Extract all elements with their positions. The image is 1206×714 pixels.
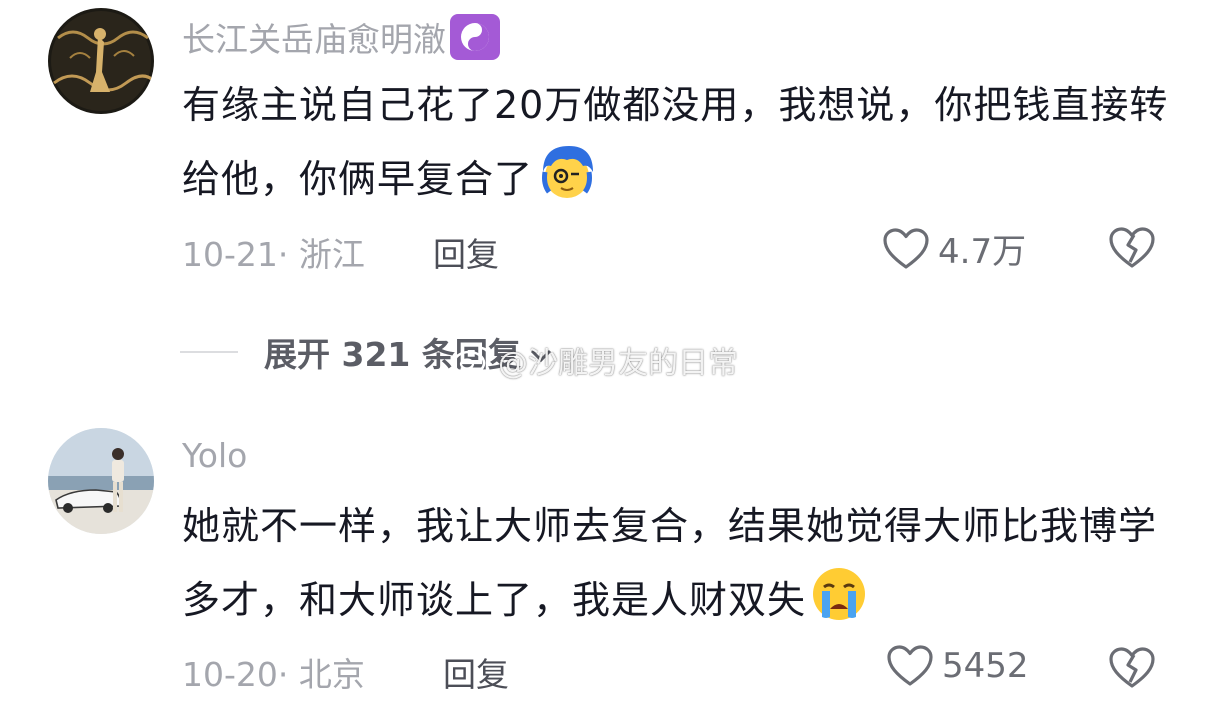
comment-text: 她就不一样，我让大师去复合，结果她觉得大师比我博学多才，和大师谈上了，我是人财双…	[182, 489, 1172, 647]
broken-heart-icon	[1109, 647, 1155, 688]
heart-icon	[883, 227, 929, 269]
reply-button[interactable]: 回复	[433, 228, 499, 276]
weibo-logo-icon	[452, 346, 491, 376]
avatar[interactable]	[48, 428, 154, 534]
watermark-text: @沙雕男友的日常	[498, 346, 738, 381]
avatar-image	[48, 8, 154, 114]
comment-text: 有缘主说自己花了20万做都没用，我想说，你把钱直接转给他，你俩早复合了	[182, 68, 1172, 226]
comment-date-location: 10-20· 北京	[182, 655, 365, 694]
divider-line	[180, 351, 238, 353]
like-count: 5452	[942, 646, 1029, 686]
reply-button[interactable]: 回复	[443, 648, 509, 696]
blue-hair-monocle-emoji-icon	[537, 142, 597, 226]
avatar-image	[48, 428, 154, 534]
dislike-button[interactable]	[1108, 226, 1156, 274]
broken-heart-icon	[1109, 227, 1155, 268]
crying-face-emoji-icon	[810, 565, 868, 647]
like-count: 4.7万	[938, 232, 1027, 272]
heart-icon	[887, 645, 933, 686]
avatar[interactable]	[48, 8, 154, 114]
comment-date-location: 10-21· 浙江	[182, 235, 365, 274]
like-button[interactable]: 4.7万	[882, 224, 1026, 273]
comment-text-content: 有缘主说自己花了20万做都没用，我想说，你把钱直接转给他，你俩早复合了	[182, 83, 1169, 201]
watermark: @沙雕男友的日常	[452, 338, 738, 382]
comment-text-content: 她就不一样，我让大师去复合，结果她觉得大师比我博学多才，和大师谈上了，我是人财双…	[182, 504, 1158, 622]
username[interactable]: Yolo	[182, 436, 247, 475]
username[interactable]: 长江关岳庙愈明澈	[182, 13, 446, 61]
like-button[interactable]: 5452	[886, 644, 1029, 688]
dislike-button[interactable]	[1108, 646, 1156, 694]
yin-yang-icon	[450, 14, 500, 60]
